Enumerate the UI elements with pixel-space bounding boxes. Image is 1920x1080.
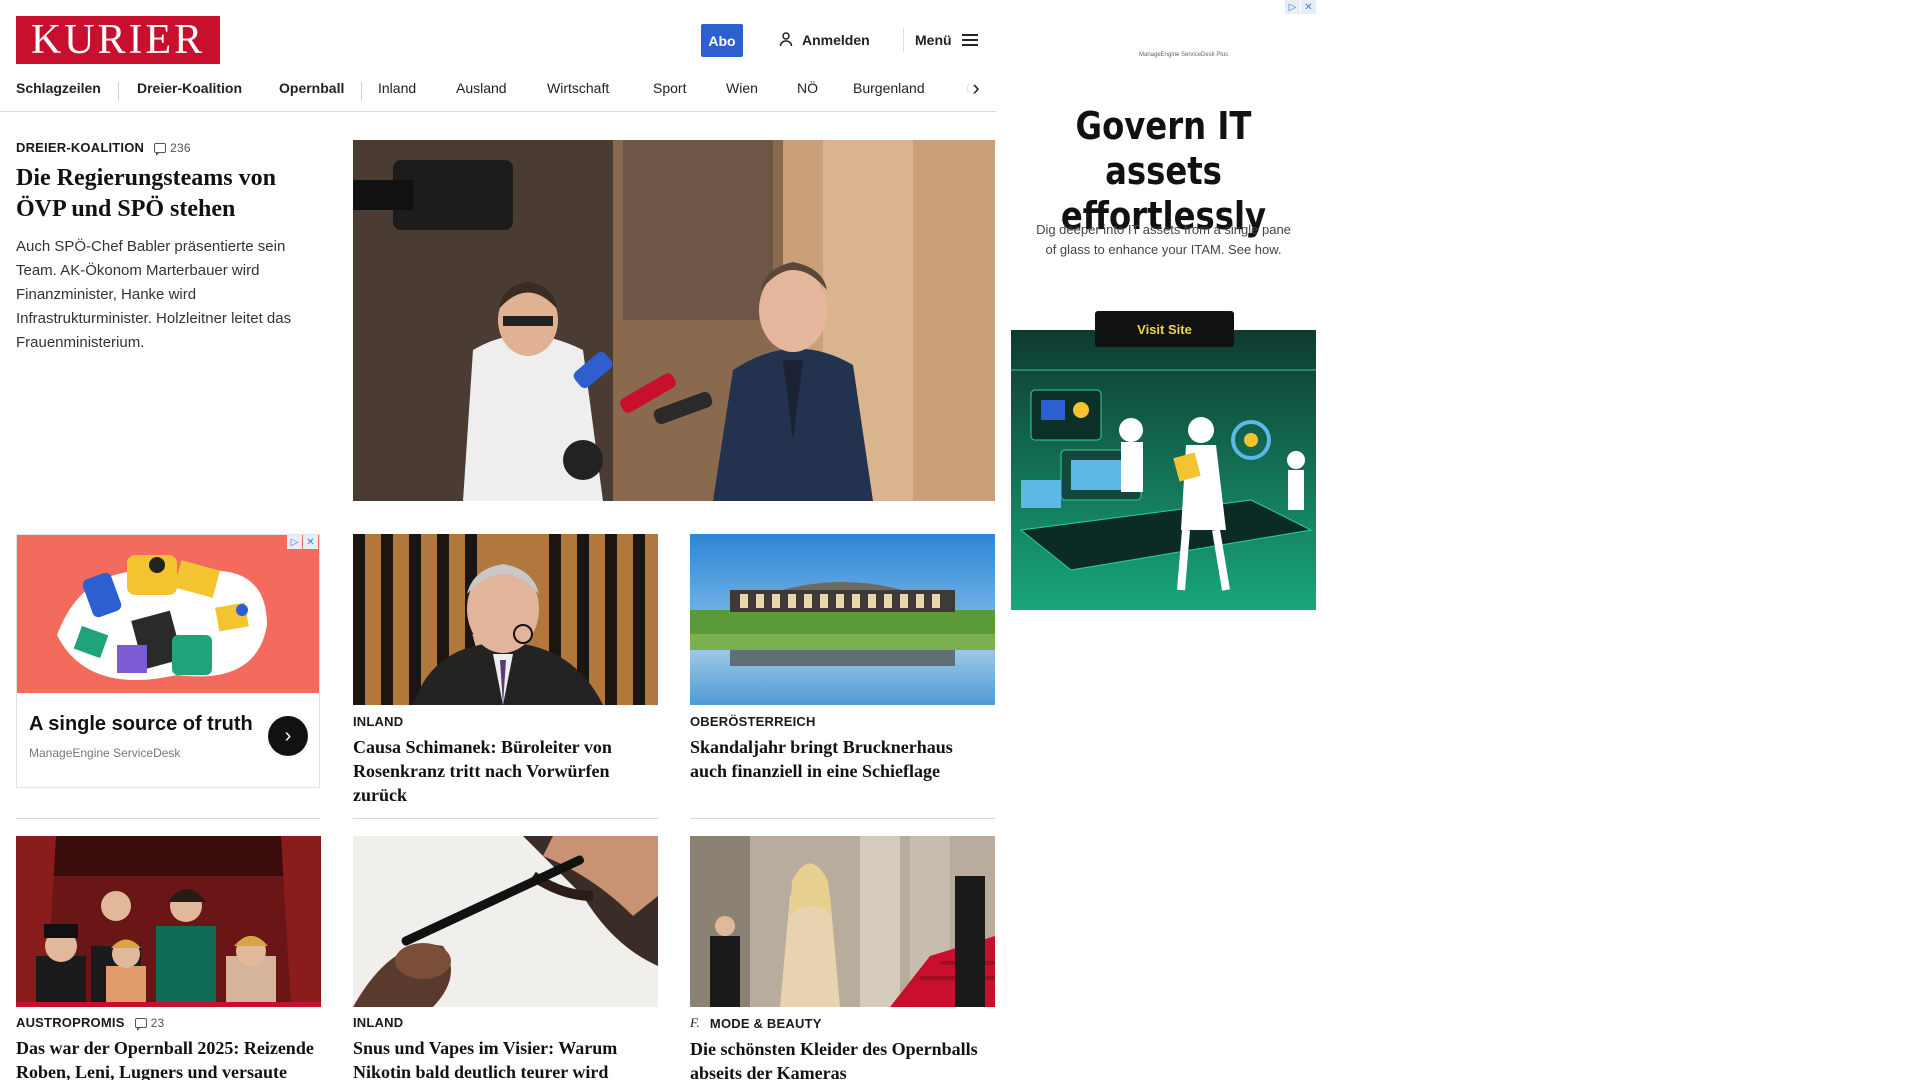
ad-illustration [17,535,319,693]
abo-button[interactable]: Abo [701,24,743,57]
nav-item-ausland[interactable]: Ausland [456,80,507,96]
nav-item-noe[interactable]: NÖ [797,80,818,96]
close-icon[interactable]: ✕ [1301,0,1316,14]
comment-icon [134,1017,147,1031]
article-headline[interactable]: Das war der Opernball 2025: Reizende Rob… [16,1036,318,1080]
nav-item-schlagzeilen[interactable]: Schlagzeilen [16,80,101,96]
lead-image[interactable] [353,140,995,501]
article-card-schimanek[interactable]: INLAND Causa Schimanek: Büroleiter von R… [353,714,655,807]
article-kicker: INLAND [353,714,404,729]
lead-comment-count[interactable]: 236 [154,140,191,156]
nav-separator [361,82,362,100]
article-kicker-label: MODE & BEAUTY [709,1015,822,1031]
card-divider [353,818,658,819]
article-comment-count[interactable]: 23 [134,1015,165,1031]
adchoices-icon: ▷ [1285,0,1300,14]
article-image-snus[interactable] [353,836,658,1007]
lead-teaser: Auch SPÖ-Chef Babler präsentierte sein T… [16,238,292,351]
side-ad-description: Dig deeper into IT assets from a single … [1036,222,1291,257]
lead-kicker-label: DREIER-KOALITION [16,140,145,155]
nav-item-dreier-koalition[interactable]: Dreier-Koalition [137,80,242,96]
ad-title[interactable]: A single source of truth [29,713,253,736]
lead-kicker: DREIER-KOALITION 236 [16,140,326,156]
ad-brand: ManageEngine ServiceDesk [29,746,181,760]
chevron-right-icon: › [284,724,292,747]
sponsored-ad-card[interactable]: ▷ ✕ A single source of truth ManageEngine… [16,534,320,788]
card-divider [16,818,320,819]
nav-item-sport[interactable]: Sport [653,80,686,96]
article-image-kleider[interactable] [690,836,995,1007]
adchoices-icon: ▷ [287,535,302,549]
article-image-brucknerhaus[interactable] [690,534,995,705]
visit-site-button[interactable]: Visit Site [1095,311,1234,347]
article-card-snus[interactable]: INLAND Snus und Vapes im Visier: Warum N… [353,1015,655,1080]
comment-icon [154,142,167,156]
article-headline[interactable]: Die schönsten Kleider des Opernballs abs… [690,1037,992,1080]
close-icon[interactable]: ✕ [303,535,318,549]
kurier-logo[interactable]: KURIER [16,16,220,64]
menu-label: Menü [915,32,952,48]
lead-headline[interactable]: Die Regierungsteams von ÖVP und SPÖ steh… [16,163,326,225]
nav-separator [118,82,119,100]
article-headline[interactable]: Snus und Vapes im Visier: Warum Nikotin … [353,1036,655,1080]
article-image-schimanek[interactable] [353,534,658,705]
nav-item-opernball[interactable]: Opernball [279,80,344,96]
card-divider [690,818,995,819]
article-headline[interactable]: Skandaljahr bringt Brucknerhaus auch fin… [690,735,992,783]
sidebar-advertisement[interactable]: ▷ ✕ ManageEngine ServiceDesk Plus Govern … [1011,0,1316,610]
nav-item-inland[interactable]: Inland [378,80,416,96]
adchoices-badge[interactable]: ▷ ✕ [1285,0,1316,14]
nav-item-burgenland[interactable]: Burgenland [853,80,925,96]
article-kicker: f. MODE & BEAUTY [690,1015,992,1031]
login-button[interactable]: Anmelden [778,28,870,52]
article-card-opernball-recap[interactable]: AUSTROPROMIS 23 Das war der Opernball 20… [16,1015,318,1080]
adchoices-badge[interactable]: ▷ ✕ [287,535,318,549]
freizeit-icon: f. [690,1015,700,1030]
ad-arrow-button[interactable]: › [268,716,308,756]
hamburger-icon [961,34,978,46]
article-card-kleider[interactable]: f. MODE & BEAUTY Die schönsten Kleider d… [690,1015,992,1080]
servicedesk-logo: ManageEngine ServiceDesk Plus [1139,52,1229,58]
nav-item-wien[interactable]: Wien [726,80,758,96]
section-nav: Schlagzeilen Dreier-Koalition Opernball … [0,72,996,112]
side-ad-illustration [1011,330,1316,610]
article-image-opernball[interactable] [16,836,321,1007]
article-comments-value: 23 [150,1015,165,1030]
nav-item-wirtschaft[interactable]: Wirtschaft [547,80,609,96]
side-ad-title: Govern IT assets effortlessly [1060,104,1267,238]
lead-comments-value: 236 [170,140,191,155]
article-kicker: INLAND [353,1015,404,1030]
menu-button[interactable]: Menü [915,28,978,52]
article-kicker-label: AUSTROPROMIS [16,1015,125,1030]
lead-article[interactable]: DREIER-KOALITION 236 Die Regierungsteams… [16,140,326,355]
user-icon [778,31,794,50]
header-divider [903,28,904,52]
nav-scroll-right-icon[interactable]: › [966,77,986,99]
article-kicker: AUSTROPROMIS 23 [16,1015,318,1031]
article-card-brucknerhaus[interactable]: OBERÖSTERREICH Skandaljahr bringt Bruckn… [690,714,992,783]
login-label: Anmelden [802,32,870,48]
article-headline[interactable]: Causa Schimanek: Büroleiter von Rosenkra… [353,735,655,807]
article-kicker: OBERÖSTERREICH [690,714,816,729]
